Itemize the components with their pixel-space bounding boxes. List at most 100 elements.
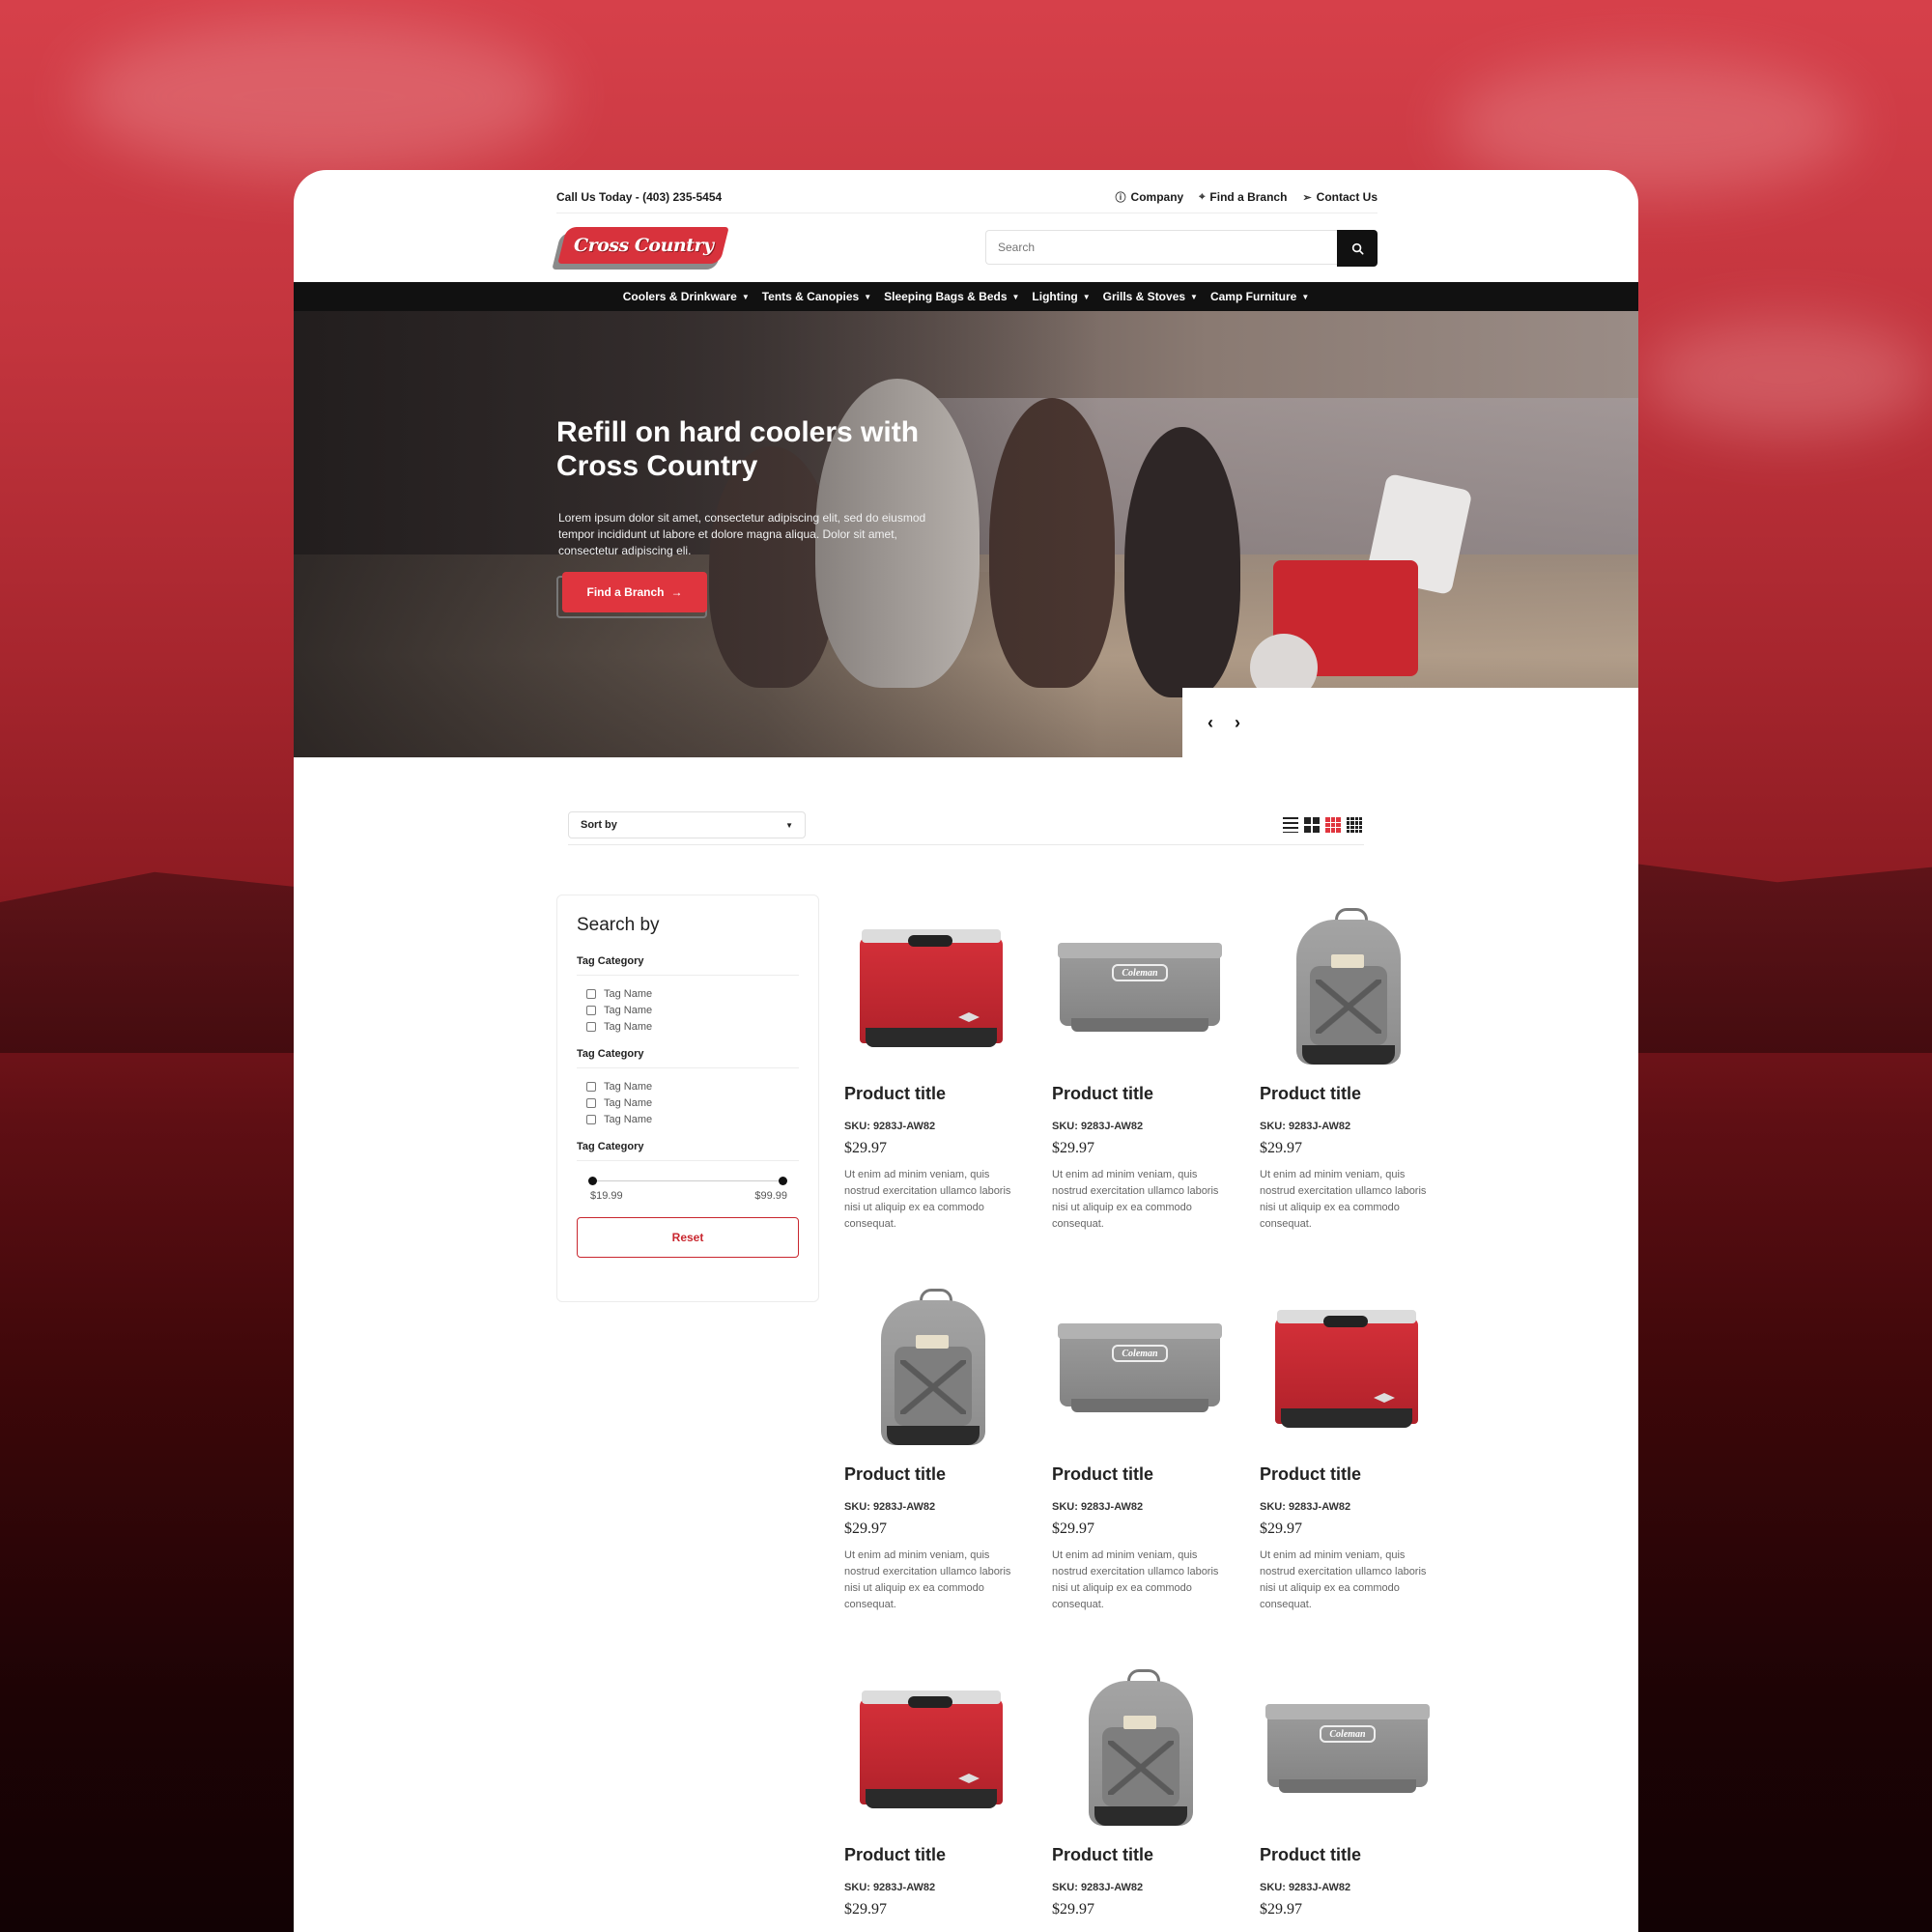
product-title[interactable]: Product title — [844, 1464, 946, 1485]
price-max-label: $99.99 — [754, 1190, 787, 1202]
product-sku: SKU: 9283J-AW82 — [844, 1501, 936, 1513]
product-card[interactable]: Product title SKU: 9283J-AW82 $29.97 — [1052, 1663, 1245, 1932]
filter-tag[interactable]: Tag Name — [577, 1018, 799, 1035]
contact-link[interactable]: ➢ Contact Us — [1302, 190, 1378, 204]
list-view-icon[interactable] — [1283, 817, 1298, 833]
cooler-body — [1060, 1331, 1220, 1406]
find-branch-link-label: Find a Branch — [1209, 190, 1288, 204]
nav-item-sleeping-bags[interactable]: Sleeping Bags & Beds ▼ — [884, 290, 1019, 303]
nav-item-label: Sleeping Bags & Beds — [884, 290, 1008, 303]
product-image[interactable]: Coleman — [1260, 1663, 1434, 1835]
product-title[interactable]: Product title — [844, 1845, 946, 1865]
top-bar: Call Us Today - (403) 235-5454 ⓘ Company… — [556, 182, 1378, 213]
grid-3-view-icon[interactable] — [1325, 817, 1341, 833]
filter-category-label: Tag Category — [577, 1141, 799, 1161]
arrow-right-icon: → — [670, 585, 683, 599]
cooler-body — [1060, 951, 1220, 1026]
checkbox[interactable] — [586, 1021, 596, 1032]
product-image[interactable] — [844, 1283, 1018, 1455]
product-card[interactable]: Product title SKU: 9283J-AW82 $29.97 Ut eni… — [844, 1283, 1037, 1631]
nav-item-label: Camp Furniture — [1209, 290, 1297, 303]
search-button[interactable] — [1337, 230, 1378, 267]
filter-tag[interactable]: Tag Name — [577, 1094, 799, 1111]
checkbox[interactable] — [586, 1081, 596, 1092]
product-title[interactable]: Product title — [1052, 1464, 1153, 1485]
filter-tag[interactable]: Tag Name — [577, 1078, 799, 1094]
nav-item-coolers[interactable]: Coolers & Drinkware ▼ — [623, 290, 750, 303]
map-pin-icon: ⌖ — [1199, 190, 1206, 203]
nav-item-label: Lighting — [1032, 290, 1078, 303]
filter-tag[interactable]: Tag Name — [577, 985, 799, 1002]
search-bar — [985, 230, 1378, 267]
logo[interactable]: Cross Country — [552, 225, 729, 271]
logo-text: Cross Country — [573, 235, 714, 256]
search-input[interactable] — [985, 230, 1337, 265]
product-card[interactable]: Product title SKU: 9283J-AW82 $29.97 Ut eni… — [844, 902, 1037, 1250]
product-card[interactable]: Product title SKU: 9283J-AW82 $29.97 Ut eni… — [1260, 902, 1453, 1250]
price-min-label: $19.99 — [590, 1190, 623, 1202]
product-price: $29.97 — [1260, 1901, 1302, 1918]
product-card[interactable]: Coleman Product title SKU: 9283J-AW82 $29.9… — [1260, 1663, 1453, 1932]
hero-cta: Find a Branch → — [556, 572, 711, 618]
product-card[interactable]: Coleman Product title SKU: 9283J-AW82 $29.9… — [1052, 902, 1245, 1250]
checkbox[interactable] — [586, 1005, 596, 1015]
product-image[interactable]: Coleman — [1052, 902, 1226, 1074]
nav-item-lighting[interactable]: Lighting ▼ — [1032, 290, 1090, 303]
tag-label: Tag Name — [604, 1096, 653, 1109]
brand-logo: Coleman — [1112, 1345, 1168, 1362]
chevron-down-icon: ▼ — [1082, 292, 1091, 301]
nav-item-tents[interactable]: Tents & Canopies ▼ — [762, 290, 871, 303]
product-price: $29.97 — [1260, 1140, 1302, 1156]
product-card[interactable]: Coleman Product title SKU: 9283J-AW82 $29.9… — [1052, 1283, 1245, 1631]
cooler-handle — [908, 935, 952, 947]
company-link-label: Company — [1130, 190, 1184, 204]
find-branch-link[interactable]: ⌖ Find a Branch — [1199, 190, 1287, 204]
grid-4-view-icon[interactable] — [1347, 817, 1362, 833]
product-card[interactable]: Product title SKU: 9283J-AW82 $29.97 — [844, 1663, 1037, 1932]
product-image[interactable] — [844, 1663, 1018, 1835]
chevron-left-icon[interactable]: ‹ — [1208, 713, 1213, 733]
product-price: $29.97 — [1052, 1140, 1094, 1156]
product-image[interactable] — [1260, 1283, 1434, 1455]
product-title[interactable]: Product title — [1260, 1084, 1361, 1104]
filter-tag[interactable]: Tag Name — [577, 1002, 799, 1018]
product-card[interactable]: Product title SKU: 9283J-AW82 $29.97 Ut eni… — [1260, 1283, 1453, 1631]
checkbox[interactable] — [586, 988, 596, 999]
product-description: Ut enim ad minim veniam, quis nostrud ex… — [1260, 1549, 1427, 1610]
cooler-base — [1281, 1408, 1412, 1428]
product-image[interactable] — [844, 902, 1018, 1074]
filter-category-label: Tag Category — [577, 955, 799, 976]
price-min-handle[interactable] — [588, 1177, 597, 1185]
page-card: Call Us Today - (403) 235-5454 ⓘ Company… — [294, 170, 1638, 1932]
filter-tag[interactable]: Tag Name — [577, 1111, 799, 1127]
grid-2-view-icon[interactable] — [1304, 817, 1320, 833]
brand-logo: Coleman — [1320, 1725, 1376, 1743]
checkbox[interactable] — [586, 1114, 596, 1124]
filter-category-label: Tag Category — [577, 1048, 799, 1068]
product-title[interactable]: Product title — [1260, 1464, 1361, 1485]
product-title[interactable]: Product title — [1052, 1084, 1153, 1104]
sort-dropdown[interactable]: Sort by ▼ — [568, 811, 806, 838]
cooler-lid — [1265, 1704, 1430, 1719]
checkbox[interactable] — [586, 1097, 596, 1108]
product-description: Ut enim ad minim veniam, quis nostrud ex… — [844, 1549, 1011, 1610]
reset-button[interactable]: Reset — [577, 1217, 799, 1258]
company-link[interactable]: ⓘ Company — [1116, 189, 1184, 205]
product-image[interactable]: Coleman — [1052, 1283, 1226, 1455]
product-sku: SKU: 9283J-AW82 — [1052, 1121, 1144, 1132]
product-image[interactable] — [1052, 1663, 1226, 1835]
nav-item-label: Coolers & Drinkware — [622, 290, 737, 303]
tag-label: Tag Name — [604, 1020, 653, 1033]
send-icon: ➢ — [1302, 191, 1312, 204]
nav-item-grills[interactable]: Grills & Stoves ▼ — [1103, 290, 1198, 303]
product-title[interactable]: Product title — [1052, 1845, 1153, 1865]
product-title[interactable]: Product title — [1260, 1845, 1361, 1865]
price-max-handle[interactable] — [779, 1177, 787, 1185]
find-branch-button[interactable]: Find a Branch → — [562, 572, 707, 612]
backpack-cords — [1108, 1741, 1174, 1795]
chevron-right-icon[interactable]: › — [1235, 713, 1240, 733]
nav-item-camp-furniture[interactable]: Camp Furniture ▼ — [1210, 290, 1309, 303]
product-sku: SKU: 9283J-AW82 — [844, 1882, 936, 1893]
product-image[interactable] — [1260, 902, 1434, 1074]
product-title[interactable]: Product title — [844, 1084, 946, 1104]
